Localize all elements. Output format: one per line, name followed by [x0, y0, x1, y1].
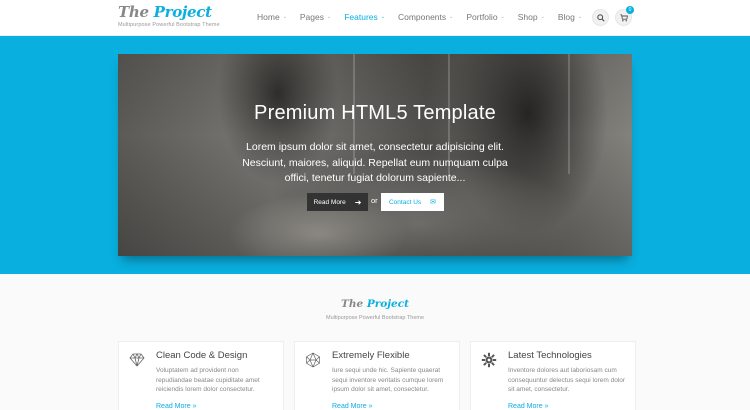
section-subtitle: Multipurpose Powerful Bootstrap Theme — [325, 315, 425, 321]
site-logo[interactable]: The Project Multipurpose Powerful Bootst… — [118, 4, 220, 28]
contact-us-button[interactable]: Contact Us ✉ — [381, 193, 444, 211]
cart-icon — [619, 13, 628, 21]
feature-card: Latest Technologies Inventore dolores au… — [470, 341, 636, 410]
diamond-icon — [129, 353, 145, 367]
double-chevron-right-icon: » — [192, 403, 197, 410]
or-separator: or — [371, 196, 378, 205]
chevron-down-icon: ⌄ — [327, 14, 332, 20]
read-more-button[interactable]: Read More ➜ — [307, 193, 368, 211]
section-logo: The Project — [341, 298, 409, 310]
nav-item-pages[interactable]: Pages ⌄ — [300, 12, 331, 22]
chevron-down-icon: ⌄ — [500, 14, 505, 20]
cart-count-badge: 0 — [626, 6, 634, 14]
nav-item-blog[interactable]: Blog ⌄ — [558, 12, 582, 22]
nav-item-shop[interactable]: Shop ⌄ — [518, 12, 545, 22]
hero-description: Lorem ipsum dolor sit amet, consectetur … — [242, 141, 508, 184]
feature-card: Extremely Flexible Iure sequi unde hic. … — [294, 341, 460, 410]
logo-tagline: Multipurpose Powerful Bootstrap Theme — [118, 22, 220, 28]
double-chevron-right-icon: » — [368, 403, 373, 410]
site-header: The Project Multipurpose Powerful Bootst… — [0, 0, 750, 36]
feature-title: Extremely Flexible — [332, 350, 410, 361]
nav-item-home[interactable]: Home ⌄ — [257, 12, 287, 22]
arrow-right-icon: ➜ — [354, 197, 362, 207]
chevron-down-icon: ⌄ — [282, 14, 287, 20]
feature-text: Inventore dolores aut laboriosam cum con… — [508, 367, 626, 394]
feature-read-more-link[interactable]: Read More » — [508, 403, 549, 410]
chevron-down-icon: ⌄ — [540, 14, 545, 20]
chevron-down-icon: ⌄ — [577, 14, 583, 20]
features-section: The Project Multipurpose Powerful Bootst… — [0, 274, 750, 410]
feature-title: Latest Technologies — [508, 350, 592, 361]
chevron-down-icon: ⌄ — [449, 14, 454, 20]
hero-title: Premium HTML5 Template — [254, 102, 496, 124]
read-more-label: Read More — [313, 198, 346, 206]
feature-read-more-link[interactable]: Read More » — [332, 403, 373, 410]
cog-icon — [481, 352, 497, 368]
feature-read-more-link[interactable]: Read More » — [156, 403, 197, 410]
chevron-down-icon: ⌄ — [380, 14, 385, 20]
polyhedron-icon — [306, 352, 320, 368]
hero-slide: Premium HTML5 Template Lorem ipsum dolor… — [118, 54, 632, 256]
feature-card: Clean Code & Design Voluptatem ad provid… — [118, 341, 284, 410]
nav-item-portfolio[interactable]: Portfolio ⌄ — [466, 12, 504, 22]
double-chevron-right-icon: » — [544, 403, 549, 410]
contact-us-label: Contact Us — [388, 198, 422, 206]
logo-text: The Project — [118, 3, 212, 21]
envelope-icon: ✉ — [430, 199, 437, 206]
feature-text: Iure sequi unde hic. Sapiente quaerat se… — [332, 367, 444, 394]
feature-title: Clean Code & Design — [156, 350, 248, 361]
search-button[interactable] — [592, 9, 609, 26]
main-nav: Home ⌄ Pages ⌄ Features ⌄ Components ⌄ Portf… — [257, 12, 595, 22]
nav-item-components[interactable]: Components ⌄ — [398, 12, 453, 22]
feature-text: Voluptatem ad provident non repudiandae … — [156, 367, 260, 394]
nav-item-features[interactable]: Features ⌄ — [344, 12, 385, 22]
search-icon — [596, 13, 605, 22]
